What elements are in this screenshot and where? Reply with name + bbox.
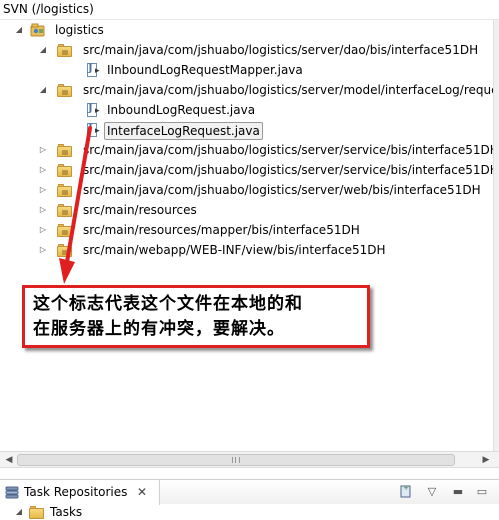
tree-folder-row[interactable]: ▷ src/main/resources (0, 200, 490, 220)
view-menu-icon[interactable]: ▽ (425, 483, 439, 501)
tree-folder-label: src/main/resources/mapper/bis/interface5… (83, 223, 360, 237)
task-repository-icon (5, 485, 19, 499)
vertical-scrollbar[interactable] (493, 20, 499, 451)
tree-file-label: InboundLogRequest.java (107, 103, 256, 117)
tree-folder-label: src/main/java/com/jshuabo/logistics/serv… (83, 143, 493, 157)
collapse-triangle-icon[interactable]: ▷ (38, 225, 48, 235)
tree-root-label: logistics (55, 23, 104, 37)
package-folder-icon (57, 224, 73, 237)
folder-icon (29, 506, 45, 519)
expand-triangle-icon[interactable]: ◢ (38, 45, 48, 55)
tree-folder-label: src/main/java/com/jshuabo/logistics/serv… (83, 83, 493, 97)
scroll-right-icon[interactable]: ▶ (479, 453, 493, 467)
java-file-conflict-icon: J ▸ (87, 63, 100, 77)
tree-folder-row[interactable]: ▷ src/main/webapp/WEB-INF/view/bis/inter… (0, 240, 490, 260)
tree-file-row-selected[interactable]: J ▸ InterfaceLogRequest.java (0, 120, 490, 140)
tree-folder-label: src/main/java/com/jshuabo/logistics/serv… (83, 183, 481, 197)
tree-file-row[interactable]: J ▸ InboundLogRequest.java (0, 100, 490, 120)
tree-folder-label: src/main/webapp/WEB-INF/view/bis/interfa… (83, 243, 386, 257)
minimize-icon[interactable]: ▬ (451, 483, 465, 501)
tree-folder-row[interactable]: ▷ src/main/java/com/jshuabo/logistics/se… (0, 140, 493, 160)
package-folder-icon (57, 164, 73, 177)
annotation-line-2: 在服务器上的有冲突，要解决。 (33, 319, 285, 339)
add-repository-icon[interactable]: + (399, 483, 413, 501)
scrollbar-grip-icon (232, 457, 240, 463)
svg-text:+: + (403, 484, 409, 492)
svn-view: SVN (/logistics) ◢ logistics ◢ src/main/… (0, 0, 499, 520)
task-repositories-panel-header: Task Repositories ✕ + ▽ ▬ ▭ (0, 479, 499, 505)
collapse-triangle-icon[interactable]: ▷ (38, 165, 48, 175)
java-file-conflict-icon: J ▸ (87, 103, 100, 117)
tree-folder-label: src/main/java/com/jshuabo/logistics/serv… (83, 43, 479, 57)
collapse-triangle-icon[interactable]: ▷ (38, 185, 48, 195)
tree-file-row[interactable]: J ▸ IInboundLogRequestMapper.java (0, 60, 490, 80)
tree-root-row[interactable]: ◢ logistics (0, 20, 490, 40)
tree-folder-row[interactable]: ◢ src/main/java/com/jshuabo/logistics/se… (0, 80, 493, 100)
tree-file-label: IInboundLogRequestMapper.java (107, 63, 303, 77)
annotation-line-1: 这个标志代表这个文件在本地的和 (33, 294, 303, 314)
tree-folder-row[interactable]: ▷ src/main/resources/mapper/bis/interfac… (0, 220, 490, 240)
tree-folder-label: src/main/resources (83, 203, 197, 217)
repository-tree[interactable]: ◢ logistics ◢ src/main/java/com/jshuabo/… (0, 20, 493, 450)
java-file-conflict-icon: J ▸ (87, 123, 100, 137)
collapse-triangle-icon[interactable]: ▷ (38, 245, 48, 255)
package-folder-icon (57, 84, 73, 97)
package-folder-icon (57, 144, 73, 157)
package-folder-icon (57, 184, 73, 197)
expand-triangle-icon[interactable]: ◢ (14, 507, 24, 517)
view-title: SVN (/logistics) (0, 0, 499, 20)
expand-triangle-icon[interactable]: ◢ (14, 25, 24, 35)
package-folder-icon (57, 244, 73, 257)
collapse-triangle-icon[interactable]: ▷ (38, 205, 48, 215)
expand-triangle-icon[interactable]: ◢ (38, 85, 48, 95)
package-folder-icon (57, 204, 73, 217)
tasks-label: Tasks (50, 505, 83, 519)
tasks-tree-row[interactable]: ◢ Tasks (0, 505, 499, 520)
horizontal-scrollbar[interactable]: ◀ ▶ (0, 451, 499, 468)
annotation-callout: 这个标志代表这个文件在本地的和 在服务器上的有冲突，要解决。 (22, 285, 370, 348)
project-icon (30, 22, 46, 38)
close-icon[interactable]: ✕ (137, 480, 147, 505)
scroll-left-icon[interactable]: ◀ (2, 453, 16, 467)
tree-folder-label: src/main/java/com/jshuabo/logistics/serv… (83, 163, 493, 177)
collapse-triangle-icon[interactable]: ▷ (38, 145, 48, 155)
tree-folder-row[interactable]: ▷ src/main/java/com/jshuabo/logistics/se… (0, 180, 490, 200)
package-folder-icon (57, 44, 73, 57)
tree-file-label: InterfaceLogRequest.java (104, 122, 263, 140)
tree-folder-row[interactable]: ▷ src/main/java/com/jshuabo/logistics/se… (0, 160, 493, 180)
tree-folder-row[interactable]: ◢ src/main/java/com/jshuabo/logistics/se… (0, 40, 490, 60)
maximize-icon[interactable]: ▭ (474, 483, 490, 501)
